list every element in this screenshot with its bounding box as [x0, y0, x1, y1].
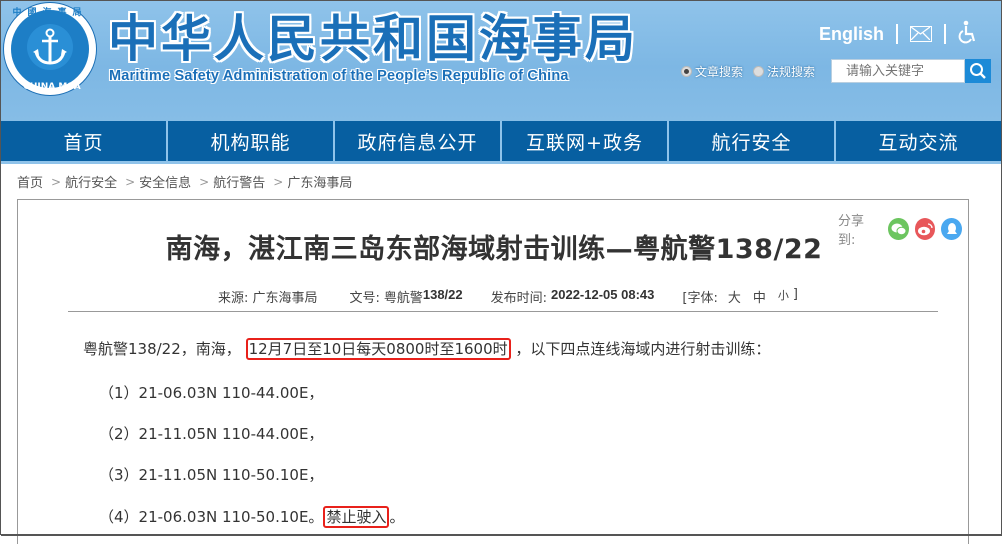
font-label: [字体: [682, 291, 718, 306]
font-large-button[interactable]: 大 [728, 287, 741, 306]
main-nav: 首页 机构职能 政府信息公开 互联网+政务 航行安全 互动交流 [1, 121, 1001, 161]
intro-suffix: ，以下四点连线海域内进行射击训练： [515, 340, 771, 358]
font-size-control: [字体: 大 中 小 ] [682, 287, 802, 306]
meta-publish-time: 发布时间: 2022-12-05 08:43 [491, 287, 655, 306]
logo-english-text: CHINA MSA [23, 82, 81, 92]
article-meta: 来源: 广东海事局 文号: 粤航警 138/22 发布时间: 2022-12-0… [18, 287, 970, 306]
article-intro: 粤航警138/22，南海， 12月7日至10日每天0800时至1600时 ，以下… [83, 338, 771, 360]
article-panel: 分享到: 南海，湛江南三岛东部海域射击训练—粤航警138/22 来源: 广东海事… [17, 199, 969, 544]
anchor-icon [27, 24, 73, 70]
font-medium-button[interactable]: 中 [753, 287, 766, 306]
doc-no-label: 文号: [349, 291, 380, 306]
coordinate-point: （1）21-06.03N 110-44.00E， [99, 384, 324, 402]
radio-unselected-icon[interactable] [753, 65, 765, 77]
radio-regulation-search[interactable]: 法规搜索 [753, 63, 815, 80]
search-icon [970, 63, 986, 79]
doc-no-value: 138/22 [422, 287, 463, 302]
search-button[interactable] [965, 59, 992, 83]
meta-divider [68, 311, 938, 312]
breadcrumb-separator: > [199, 174, 210, 189]
coordinate-point: （4）21-06.03N 110-50.10E。 [99, 508, 324, 526]
nav-home[interactable]: 首页 [1, 121, 166, 161]
nav-gov-info[interactable]: 政府信息公开 [335, 121, 500, 161]
search-input[interactable] [831, 59, 966, 83]
nav-interaction[interactable]: 互动交流 [836, 121, 1001, 161]
accessibility-icon[interactable] [958, 20, 978, 48]
intro-prefix: 粤航警138/22，南海， [83, 340, 241, 358]
meta-doc-number: 文号: 粤航警 138/22 [349, 287, 462, 306]
breadcrumb-separator: > [51, 174, 62, 189]
radio-article-search[interactable]: 文章搜索 [681, 63, 743, 80]
radio-selected-icon[interactable] [681, 65, 692, 77]
window-bottom-border [1, 534, 1002, 536]
closing-punctuation: 。 [389, 508, 405, 526]
source-label: 来源: [218, 291, 249, 306]
breadcrumb-item[interactable]: 广东海事局 [287, 172, 352, 191]
china-msa-logo[interactable]: 中國海事局 CHINA MSA [4, 3, 96, 95]
breadcrumb-item[interactable]: 安全信息 [139, 172, 191, 191]
font-close-bracket: ] [792, 287, 798, 302]
highlighted-no-entry: 禁止驶入 [323, 506, 390, 528]
logo-emblem: CHINA MSA [11, 10, 89, 92]
nav-internet-gov[interactable]: 互联网+政务 [502, 121, 667, 161]
search-bar: 文章搜索 法规搜索 [681, 59, 992, 83]
doc-no-prefix: 粤航警 [383, 291, 423, 306]
publish-label: 发布时间: [490, 291, 548, 306]
breadcrumb: 首页 > 航行安全 > 安全信息 > 航行警告 > 广东海事局 [17, 172, 352, 192]
coordinate-point: （3）21-11.05N 110-50.10E， [99, 466, 324, 484]
coordinate-point-last: （4）21-06.03N 110-50.10E。 禁止驶入。 [99, 506, 405, 528]
nav-underline [1, 161, 1001, 164]
radio-label: 文章搜索 [695, 64, 744, 79]
breadcrumb-separator: > [125, 174, 136, 189]
publish-time-value: 2022-12-05 08:43 [551, 287, 655, 302]
article-title: 南海，湛江南三岛东部海域射击训练—粤航警138/22 [165, 234, 823, 265]
breadcrumb-item[interactable]: 航行警告 [213, 172, 265, 191]
site-title-chinese: 中华人民共和国海事局 [108, 10, 638, 68]
breadcrumb-item[interactable]: 航行安全 [65, 172, 117, 191]
nav-navigation-safety[interactable]: 航行安全 [669, 121, 834, 161]
mail-icon[interactable] [910, 26, 933, 42]
nav-functions[interactable]: 机构职能 [168, 121, 333, 161]
divider [944, 24, 947, 44]
site-header: 中國海事局 CHINA MSA 中华人民共和国海事局 Maritime Safe… [1, 1, 1001, 121]
radio-label: 法规搜索 [767, 64, 816, 79]
english-link[interactable]: English [819, 24, 884, 45]
site-title-english: Maritime Safety Administration of the Pe… [109, 68, 569, 84]
breadcrumb-separator: > [273, 174, 284, 189]
highlighted-time-range: 12月7日至10日每天0800时至1600时 [245, 338, 511, 360]
coordinate-point: （2）21-11.05N 110-44.00E， [99, 425, 324, 443]
breadcrumb-item[interactable]: 首页 [17, 172, 43, 191]
divider [896, 24, 899, 44]
font-small-button[interactable]: 小 [778, 287, 789, 306]
meta-source: 来源: 广东海事局 [218, 287, 321, 306]
source-value: 广东海事局 [252, 291, 318, 306]
top-links: English [819, 20, 978, 48]
